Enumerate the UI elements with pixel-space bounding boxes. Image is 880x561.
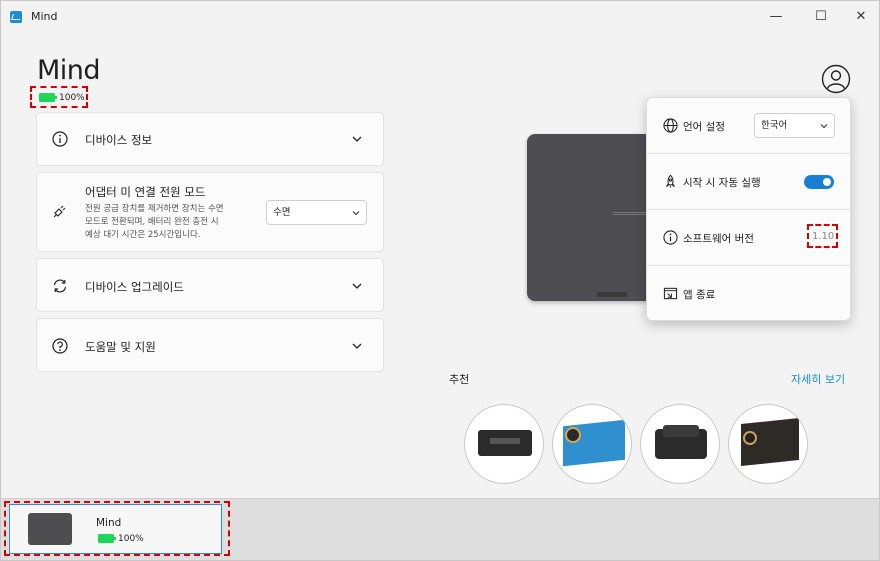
page-title: Mind: [37, 55, 101, 86]
product-knob: [565, 427, 581, 443]
device-upgrade-label: 디바이스 업그레이드: [85, 280, 184, 294]
power-mode-panel: 어댑터 미 연결 전원 모드 전원 공급 장치를 제거하면 장치는 수면 모드로…: [36, 172, 384, 252]
refresh-icon: [53, 279, 67, 293]
recommend-item-1[interactable]: [464, 404, 544, 484]
app-window: Mind — ☐ ✕ Mind 100% 디바이스 정보 어댑터 미 연결 전원…: [0, 0, 880, 561]
account-icon[interactable]: [821, 64, 851, 94]
autostart-setting-row: 시작 시 자동 실행: [647, 154, 850, 210]
exit-app-label: 앱 종료: [683, 289, 716, 301]
globe-icon: [663, 118, 678, 133]
settings-popup: 언어 설정 한국어 시작 시 자동 실행 소프트웨어 버전 1.10 앱 종료: [646, 97, 851, 321]
device-image: [527, 134, 657, 301]
language-select-value: 한국어: [761, 120, 788, 131]
maximize-button[interactable]: ☐: [806, 4, 836, 30]
autostart-label: 시작 시 자동 실행: [683, 177, 761, 189]
window-title: Mind: [31, 10, 58, 23]
chevron-down-icon[interactable]: [351, 133, 363, 145]
exit-icon: [663, 287, 678, 300]
language-select[interactable]: 한국어: [754, 113, 835, 138]
recommend-item-3[interactable]: [640, 404, 720, 484]
chevron-down-icon[interactable]: [351, 280, 363, 292]
software-version-row: 소프트웨어 버전 1.10: [647, 210, 850, 266]
see-more-link[interactable]: 자세히 보기: [791, 371, 845, 387]
device-upgrade-panel[interactable]: 디바이스 업그레이드: [36, 258, 384, 312]
info-icon: [663, 230, 678, 245]
language-setting-row: 언어 설정 한국어: [647, 98, 850, 154]
power-mode-desc-2: 모드로 전환되며, 배터리 완전 충전 시: [85, 217, 219, 227]
chevron-down-icon: [820, 123, 828, 128]
power-mode-desc-1: 전원 공급 장치를 제거하면 장치는 수면: [85, 204, 224, 214]
info-icon: [52, 131, 68, 147]
rocket-icon: [665, 174, 676, 188]
exit-app-row[interactable]: 앱 종료: [647, 266, 850, 322]
minimize-button[interactable]: —: [761, 4, 791, 30]
chevron-down-icon[interactable]: [351, 340, 363, 352]
power-plug-icon: [53, 205, 66, 218]
battery-highlight: [30, 86, 88, 108]
device-info-panel[interactable]: 디바이스 정보: [36, 112, 384, 166]
help-support-label: 도움말 및 지원: [85, 340, 156, 354]
software-version-label: 소프트웨어 버전: [683, 233, 754, 245]
recommend-item-4[interactable]: [728, 404, 808, 484]
product-knob: [743, 431, 757, 445]
device-port: [597, 292, 627, 297]
autostart-toggle[interactable]: [804, 175, 834, 189]
power-mode-select-value: 수면: [273, 207, 291, 218]
power-mode-desc-3: 예상 대기 시간은 25시간입니다.: [85, 230, 201, 240]
title-bar: Mind — ☐ ✕: [1, 1, 879, 33]
product-image-top: [663, 425, 699, 437]
version-highlight: [807, 224, 838, 248]
product-image-detail: [490, 438, 520, 444]
language-label: 언어 설정: [683, 121, 725, 133]
help-icon: [52, 338, 68, 354]
recommend-title: 추천: [449, 373, 470, 386]
close-button[interactable]: ✕: [846, 4, 876, 30]
device-card-highlight: [4, 501, 230, 556]
help-support-panel[interactable]: 도움말 및 지원: [36, 318, 384, 372]
chevron-down-icon: [352, 210, 360, 215]
power-mode-label: 어댑터 미 연결 전원 모드: [85, 185, 206, 199]
recommend-item-2[interactable]: [552, 404, 632, 484]
power-mode-select[interactable]: 수면: [266, 200, 367, 225]
device-info-label: 디바이스 정보: [85, 133, 153, 147]
app-logo-icon: [10, 11, 22, 23]
